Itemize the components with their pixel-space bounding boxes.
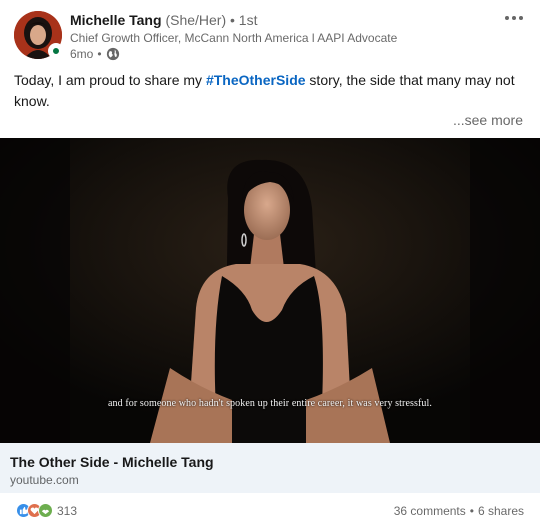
comments-count[interactable]: 36 comments [394, 504, 466, 518]
post-time: 6mo [70, 47, 94, 61]
meta-separator: • [97, 47, 102, 61]
support-icon [38, 503, 53, 518]
online-status-icon [48, 43, 64, 59]
post-meta: 6mo • [70, 46, 120, 62]
connection-degree: • 1st [230, 12, 258, 28]
post-header: Michelle Tang (She/Her) • 1st Chief Grow… [0, 0, 540, 68]
globe-icon [106, 47, 120, 61]
link-domain: youtube.com [10, 473, 79, 487]
engagement-counts: 36 comments • 6 shares [394, 504, 524, 518]
post-text-before: Today, I am proud to share my [14, 72, 206, 88]
author-headline: Chief Growth Officer, McCann North Ameri… [70, 31, 398, 45]
social-counts-bar: 313 36 comments • 6 shares [0, 500, 540, 524]
see-more-button[interactable]: ...see more [453, 111, 523, 129]
post-text: Today, I am proud to share my #TheOtherS… [14, 70, 526, 112]
author-name[interactable]: Michelle Tang [70, 12, 162, 28]
more-options-icon[interactable] [502, 8, 526, 28]
hashtag-link[interactable]: #TheOtherSide [206, 72, 306, 88]
counts-separator: • [469, 504, 474, 518]
video-caption: and for someone who hadn't spoken up the… [107, 398, 433, 409]
link-preview-card[interactable]: The Other Side - Michelle Tang youtube.c… [0, 443, 540, 493]
link-title[interactable]: The Other Side - Michelle Tang [10, 453, 214, 471]
shares-count[interactable]: 6 shares [478, 504, 524, 518]
video-player[interactable]: and for someone who hadn't spoken up the… [0, 138, 540, 443]
author-pronouns: (She/Her) [165, 12, 227, 28]
reaction-count: 313 [57, 503, 78, 518]
author-name-line: Michelle Tang (She/Her) • 1st [70, 11, 257, 29]
reactions-summary[interactable]: 313 [16, 503, 77, 518]
